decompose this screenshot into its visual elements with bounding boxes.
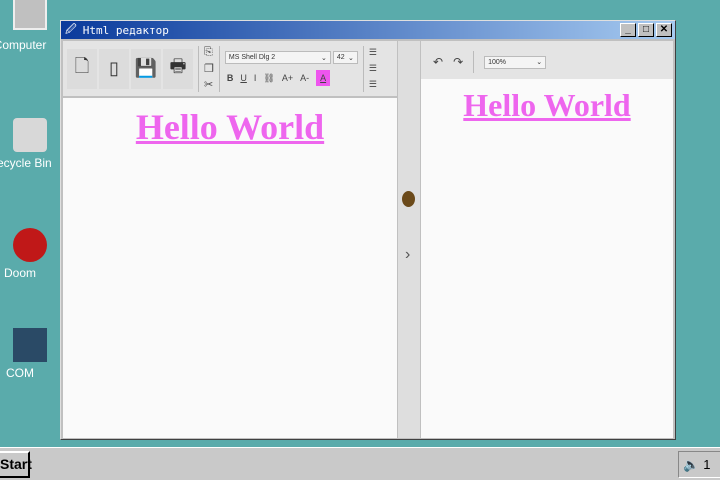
preview-heading: Hello World: [463, 87, 631, 123]
window-title: Html редактор: [82, 23, 169, 37]
font-size-select[interactable]: 42 ⌄: [332, 51, 358, 64]
font-select[interactable]: MS Shell Dlg 2 ⌄: [224, 51, 331, 64]
app-icon: 🖉: [65, 22, 77, 36]
grow-font-button[interactable]: A+: [282, 73, 293, 83]
minimize-button[interactable]: _: [620, 23, 636, 37]
icon-label: Recycle Bin: [0, 156, 52, 170]
clock: 1: [703, 457, 711, 472]
align-left-icon[interactable]: ☰: [369, 47, 377, 58]
zoom-select[interactable]: 100% ⌄: [484, 55, 547, 69]
save-button[interactable]: 💾: [131, 48, 161, 89]
cursor-icon: [402, 191, 415, 207]
align-center-icon[interactable]: ☰: [369, 63, 377, 74]
bold-button[interactable]: B: [227, 73, 234, 83]
html-editor-window: 🖉 Html редактор _ □ ✕ 🗋 ▯ 💾 🖶 ⎘ ❐ ✂ MS Shel…: [60, 20, 676, 440]
font-color-button[interactable]: A: [316, 70, 331, 86]
recycle-bin-icon: [13, 118, 47, 152]
splitter[interactable]: ›: [398, 41, 420, 438]
doom-icon: [13, 228, 47, 262]
maximize-button[interactable]: □: [638, 23, 654, 37]
icon-label: Doom: [3, 266, 36, 280]
icon-label: COM: [6, 366, 34, 380]
editor-heading: Hello World: [135, 107, 325, 147]
undo-button[interactable]: ↶: [433, 55, 443, 69]
underline-button[interactable]: U: [240, 73, 247, 83]
desktop-icon-computer[interactable]: Computer: [0, 0, 60, 52]
italic-button[interactable]: I: [254, 73, 257, 83]
align-right-icon[interactable]: ☰: [369, 79, 377, 90]
editor-toolbar: 🗋 ▯ 💾 🖶 ⎘ ❐ ✂ MS Shell Dlg 2 ⌄ 42 ⌄ B U I ⛓ …: [63, 41, 397, 96]
link-icon[interactable]: ⛓: [263, 73, 274, 84]
close-button[interactable]: ✕: [656, 23, 672, 37]
shrink-font-button[interactable]: A-: [300, 73, 309, 83]
start-button[interactable]: Start: [0, 451, 32, 478]
cut-icon[interactable]: ✂: [204, 78, 214, 91]
com-icon: [13, 328, 47, 362]
open-file-button[interactable]: ▯: [99, 48, 129, 89]
editor-pane: 🗋 ▯ 💾 🖶 ⎘ ❐ ✂ MS Shell Dlg 2 ⌄ 42 ⌄ B U I ⛓ …: [63, 41, 397, 438]
expand-arrow-icon[interactable]: ›: [405, 246, 410, 264]
preview-pane: ↶ ↷ 100% ⌄ Hello World: [421, 41, 673, 438]
redo-button[interactable]: ↷: [453, 55, 463, 69]
preview-area: Hello World: [421, 79, 673, 438]
icon-label: Computer: [0, 38, 47, 52]
new-file-button[interactable]: 🗋: [67, 48, 97, 89]
computer-icon: [13, 0, 47, 30]
paste-icon[interactable]: ⎘: [204, 46, 214, 59]
desktop-icon-com[interactable]: COM: [0, 328, 60, 380]
title-bar[interactable]: 🖉 Html редактор: [61, 21, 675, 39]
volume-icon[interactable]: 🔈: [683, 457, 699, 473]
copy-icon[interactable]: ❐: [204, 62, 214, 75]
editor-area[interactable]: Hello World: [63, 98, 397, 438]
print-button[interactable]: 🖶: [163, 48, 193, 89]
desktop-icon-recycle-bin[interactable]: Recycle Bin: [0, 118, 60, 170]
desktop-icon-doom[interactable]: Doom: [0, 228, 60, 280]
taskbar: Start 🔈 1: [0, 447, 720, 480]
system-tray: 🔈 1: [678, 451, 720, 478]
